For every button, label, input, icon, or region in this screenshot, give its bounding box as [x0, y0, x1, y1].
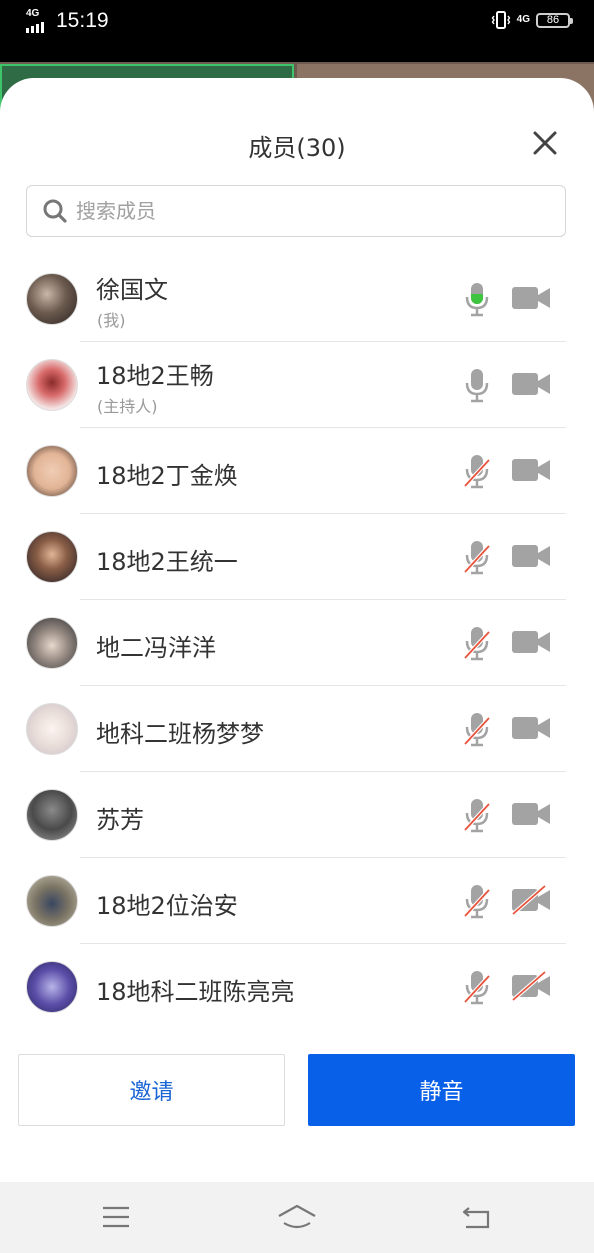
member-row[interactable]: 18地2王畅 (主持人)	[0, 342, 594, 428]
mic-muted-icon[interactable]	[462, 624, 492, 662]
back-icon[interactable]	[460, 1202, 494, 1232]
mute-all-button[interactable]: 静音	[308, 1054, 575, 1126]
mic-muted-icon[interactable]	[462, 710, 492, 748]
battery-icon: 86	[536, 12, 573, 28]
invite-button[interactable]: 邀请	[18, 1054, 285, 1126]
avatar	[26, 359, 78, 411]
video-camera-icon[interactable]	[511, 283, 551, 313]
member-name: 地科二班杨梦梦	[96, 720, 264, 748]
member-role: (我)	[97, 311, 126, 330]
member-row[interactable]: 18地2位治安	[0, 858, 594, 944]
mic-muted-icon[interactable]	[462, 882, 492, 920]
video-camera-icon[interactable]	[511, 713, 551, 743]
panel-title: 成员(30)	[248, 134, 346, 162]
avatar	[26, 875, 78, 927]
member-name: 地二冯洋洋	[96, 634, 216, 662]
video-camera-icon[interactable]	[511, 627, 551, 657]
navigation-bar	[0, 1182, 594, 1253]
video-camera-off-icon[interactable]	[511, 885, 551, 915]
member-row[interactable]: 18地2丁金焕	[0, 428, 594, 514]
status-bar: 4G 15:19 4G 86	[0, 0, 594, 46]
signal-icon: 4G	[26, 8, 50, 33]
member-name: 18地2王畅	[96, 362, 214, 390]
member-row[interactable]: 地科二班杨梦梦	[0, 686, 594, 772]
video-camera-icon[interactable]	[511, 369, 551, 399]
member-name: 徐国文	[96, 276, 168, 304]
member-name: 苏芳	[96, 806, 144, 834]
member-role: (主持人)	[97, 397, 158, 416]
search-icon	[43, 199, 67, 223]
video-camera-icon[interactable]	[511, 541, 551, 571]
close-icon[interactable]	[528, 126, 562, 160]
member-name: 18地2王统一	[96, 548, 238, 576]
search-input[interactable]	[74, 198, 518, 224]
avatar	[26, 703, 78, 755]
video-camera-icon[interactable]	[511, 455, 551, 485]
avatar	[26, 789, 78, 841]
member-row[interactable]: 苏芳	[0, 772, 594, 858]
avatar	[26, 531, 78, 583]
vibrate-icon	[491, 11, 511, 29]
menu-icon[interactable]	[100, 1202, 132, 1232]
mic-muted-icon[interactable]	[462, 796, 492, 834]
avatar	[26, 617, 78, 669]
mic-muted-icon[interactable]	[462, 452, 492, 490]
search-field[interactable]	[26, 185, 566, 237]
avatar	[26, 961, 78, 1013]
member-name: 18地2丁金焕	[96, 462, 238, 490]
network-type: 4G	[516, 14, 530, 25]
home-icon[interactable]	[276, 1202, 318, 1232]
members-panel: 成员(30) 徐国文 (我)	[0, 78, 594, 1182]
member-row[interactable]: 地二冯洋洋	[0, 600, 594, 686]
avatar	[26, 273, 78, 325]
mic-icon[interactable]	[462, 366, 492, 404]
video-camera-off-icon[interactable]	[511, 971, 551, 1001]
avatar	[26, 445, 78, 497]
member-row[interactable]: 18地科二班陈亮亮	[0, 944, 594, 1030]
member-row[interactable]: 徐国文 (我)	[0, 256, 594, 342]
mic-muted-icon[interactable]	[462, 538, 492, 576]
member-name: 18地2位治安	[96, 892, 238, 920]
member-row[interactable]: 18地2王统一	[0, 514, 594, 600]
status-time: 15:19	[56, 9, 109, 32]
video-camera-icon[interactable]	[511, 799, 551, 829]
mic-icon[interactable]	[462, 280, 492, 318]
member-list: 徐国文 (我) 18地2王畅 (主持人) 18地2丁金焕 18地2王统一 地二冯…	[0, 256, 594, 1030]
mic-muted-icon[interactable]	[462, 968, 492, 1006]
member-name: 18地科二班陈亮亮	[96, 978, 295, 1006]
